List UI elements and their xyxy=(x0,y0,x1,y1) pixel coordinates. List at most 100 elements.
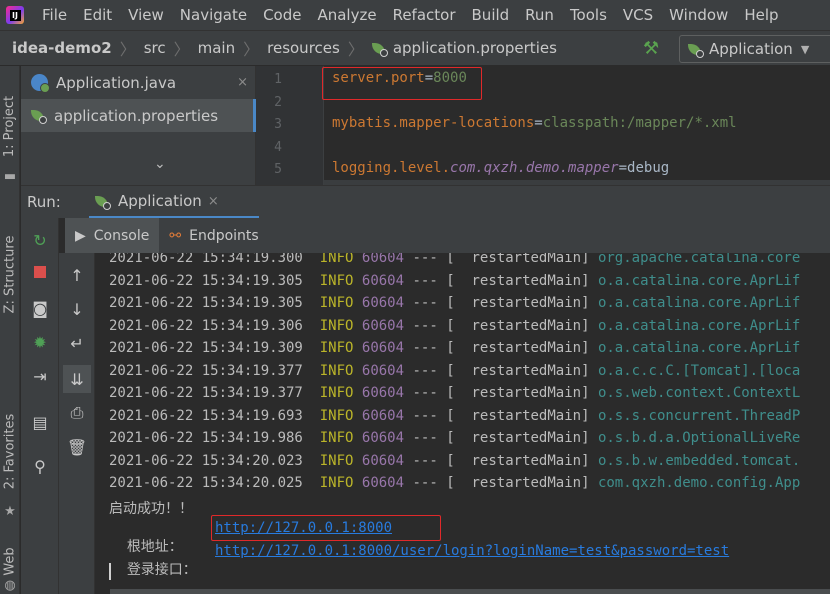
menu-navigate[interactable]: Navigate xyxy=(172,0,255,30)
tab-endpoints[interactable]: ⚯ Endpoints xyxy=(159,218,268,253)
tab-label: Application.java xyxy=(56,73,177,92)
log-line: 2021-06-22 15:34:19.377 INFO 60604 --- [… xyxy=(109,385,801,401)
console-toolbar: ↑ ↓ ↵ ⇊ ⎙ 🗑 xyxy=(59,253,95,594)
console-output[interactable]: 2021-06-22 15:34:19.300 INFO 60604 --- [… xyxy=(96,253,830,594)
menu-run[interactable]: Run xyxy=(517,0,562,30)
log-line: 2021-06-22 15:34:20.023 INFO 60604 --- [… xyxy=(109,453,801,469)
menu-analyze[interactable]: Analyze xyxy=(309,0,384,30)
spring-boot-icon xyxy=(95,194,111,210)
breadcrumb-project[interactable]: idea-demo2 xyxy=(12,39,112,57)
log-line: 2021-06-22 15:34:19.305 INFO 60604 --- [… xyxy=(109,295,801,311)
folder-icon: ▬ xyxy=(3,169,17,184)
line-number: 4 xyxy=(274,140,282,155)
run-configuration-select[interactable]: Application ▼ xyxy=(679,35,830,63)
breadcrumb-main[interactable]: main xyxy=(198,39,235,57)
run-configuration-label: Application xyxy=(709,40,793,58)
log-line: 2021-06-22 15:34:19.377 INFO 60604 --- [… xyxy=(109,363,801,379)
log-line: 2021-06-22 15:34:20.025 INFO 60604 --- [… xyxy=(109,475,801,491)
breadcrumb-separator-icon: 〉 xyxy=(173,40,190,59)
console-icon: ▶ xyxy=(75,227,86,244)
spring-boot-icon xyxy=(688,42,704,58)
menu-help[interactable]: Help xyxy=(736,0,786,30)
debug-bug-icon[interactable]: ✹ xyxy=(28,330,52,354)
highlight-box xyxy=(211,515,441,541)
menu-vcs[interactable]: VCS xyxy=(615,0,661,30)
tab-console[interactable]: ▶ Console xyxy=(65,218,160,253)
breadcrumb-separator-icon: 〉 xyxy=(119,40,136,59)
text-cursor xyxy=(109,563,111,580)
line-number: 2 xyxy=(274,95,282,110)
log-line: 2021-06-22 15:34:19.986 INFO 60604 --- [… xyxy=(109,430,801,446)
breadcrumb-separator-icon: 〉 xyxy=(243,40,260,59)
login-url-label: 登录接口： xyxy=(126,562,197,578)
pin-icon[interactable]: ⚲ xyxy=(28,454,52,478)
star-icon: ★ xyxy=(4,504,16,519)
endpoints-icon: ⚯ xyxy=(169,227,182,244)
line-number-gutter: 1 2 3 4 5 xyxy=(256,66,324,185)
code-line-5: logging.level.com.qxzh.demo.mapper=debug xyxy=(332,160,670,176)
rerun-icon[interactable]: ↻ xyxy=(28,228,52,252)
spring-properties-icon xyxy=(371,41,388,57)
favorites-tool-button[interactable]: 2: Favorites xyxy=(0,396,20,506)
spring-properties-icon xyxy=(31,108,47,124)
soft-wrap-icon[interactable]: ↵ xyxy=(65,331,89,355)
camera-icon[interactable]: ◙ xyxy=(28,296,52,320)
close-icon[interactable]: × xyxy=(237,75,248,90)
login-url-link[interactable]: http://127.0.0.1:8000/user/login?loginNa… xyxy=(215,543,729,559)
close-icon[interactable]: × xyxy=(208,194,219,209)
arrow-up-icon[interactable]: ↑ xyxy=(65,263,89,287)
menu-window[interactable]: Window xyxy=(661,0,736,30)
line-number: 1 xyxy=(274,72,282,87)
exit-icon[interactable]: ⇥ xyxy=(28,364,52,388)
line-number: 3 xyxy=(274,117,282,132)
menu-refactor[interactable]: Refactor xyxy=(385,0,464,30)
menu-file[interactable]: File xyxy=(34,0,75,30)
run-toolbar: ↻ ◙ ✹ ⇥ ▤ ⚲ xyxy=(21,218,59,594)
log-line: 2021-06-22 15:34:19.305 INFO 60604 --- [… xyxy=(109,273,801,289)
menu-code[interactable]: Code xyxy=(255,0,309,30)
startup-success-text: 启动成功！！ xyxy=(109,501,193,517)
web-tool-button[interactable]: Web xyxy=(0,541,20,581)
breadcrumb-file[interactable]: application.properties xyxy=(393,39,557,57)
code-editor[interactable]: server.port=8000 mybatis.mapper-location… xyxy=(322,66,830,185)
tab-label: application.properties xyxy=(54,106,219,125)
structure-tool-button[interactable]: Z: Structure xyxy=(0,214,20,334)
tab-application-properties[interactable]: application.properties xyxy=(21,99,256,132)
menu-edit[interactable]: Edit xyxy=(75,0,120,30)
arrow-down-icon[interactable]: ↓ xyxy=(65,297,89,321)
breadcrumb-src[interactable]: src xyxy=(144,39,166,57)
menu-bar: IJ File Edit View Navigate Code Analyze … xyxy=(0,0,830,30)
log-line: 2021-06-22 15:34:19.306 INFO 60604 --- [… xyxy=(109,318,801,334)
log-line: 2021-06-22 15:34:19.693 INFO 60604 --- [… xyxy=(109,408,801,424)
layout-icon[interactable]: ▤ xyxy=(28,410,52,434)
breadcrumb-resources[interactable]: resources xyxy=(267,39,340,57)
log-line: 2021-06-22 15:34:19.309 INFO 60604 --- [… xyxy=(109,340,801,356)
globe-icon: ◍ xyxy=(4,578,16,593)
chevron-down-icon[interactable]: ⌄ xyxy=(154,156,166,172)
editor-tabs: Application.java × application.propertie… xyxy=(21,66,256,185)
breadcrumb-separator-icon: 〉 xyxy=(347,40,364,59)
build-hammer-icon[interactable]: ⚒ xyxy=(643,38,659,59)
menu-tools[interactable]: Tools xyxy=(562,0,615,30)
tab-application-java[interactable]: Application.java × xyxy=(21,66,256,99)
line-number: 5 xyxy=(274,162,282,177)
left-tool-stripe: 1: Project ▬ Z: Structure 2: Favorites ★… xyxy=(0,66,20,594)
menu-build[interactable]: Build xyxy=(464,0,518,30)
horizontal-scrollbar[interactable] xyxy=(110,589,830,594)
trash-icon[interactable]: 🗑 xyxy=(65,435,89,459)
scroll-to-end-icon[interactable]: ⇊ xyxy=(63,365,91,393)
menu-view[interactable]: View xyxy=(120,0,172,30)
run-tool-window-header: Run: Application × xyxy=(21,185,830,219)
console-tabs: ▶ Console ⚯ Endpoints xyxy=(65,218,830,253)
intellij-logo-icon: IJ xyxy=(6,6,24,24)
code-line-3: mybatis.mapper-locations=classpath:/mapp… xyxy=(332,115,737,131)
log-line: 2021-06-22 15:34:19.300 INFO 60604 --- [… xyxy=(109,253,801,266)
login-url-row: 登录接口： http://127.0.0.1:8000/user/login?l… xyxy=(109,543,729,594)
run-tab-label: Application xyxy=(118,192,202,210)
print-icon[interactable]: ⎙ xyxy=(65,401,89,425)
highlight-box xyxy=(322,67,482,100)
run-tab-application[interactable]: Application × xyxy=(89,186,259,219)
stop-icon[interactable] xyxy=(28,260,52,284)
java-class-icon xyxy=(31,74,50,93)
project-tool-button[interactable]: 1: Project xyxy=(0,76,20,176)
